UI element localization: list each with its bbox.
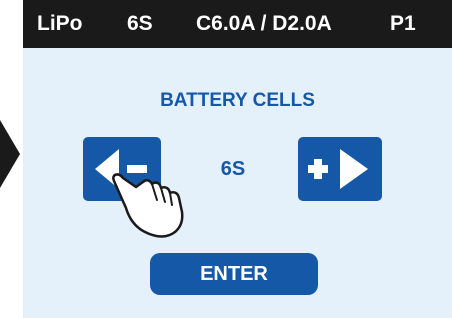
cell-count-label: 6S xyxy=(127,12,153,35)
increase-cells-button[interactable] xyxy=(298,137,382,201)
cell-count-value: 6S xyxy=(220,158,246,180)
previous-screen-arrow-icon[interactable] xyxy=(0,120,20,188)
charger-screen: LiPo 6S C6.0A / D2.0A P1 BATTERY CELLS 6… xyxy=(23,0,452,318)
plus-right-triangle-icon xyxy=(308,149,368,189)
enter-button[interactable]: ENTER xyxy=(150,253,318,295)
battery-type-label: LiPo xyxy=(37,12,83,35)
status-bar: LiPo 6S C6.0A / D2.0A P1 xyxy=(23,0,452,48)
page-title: BATTERY CELLS xyxy=(160,90,315,111)
charge-discharge-current-label: C6.0A / D2.0A xyxy=(196,12,332,35)
pointing-hand-icon xyxy=(112,173,184,238)
program-number-label: P1 xyxy=(390,12,416,35)
